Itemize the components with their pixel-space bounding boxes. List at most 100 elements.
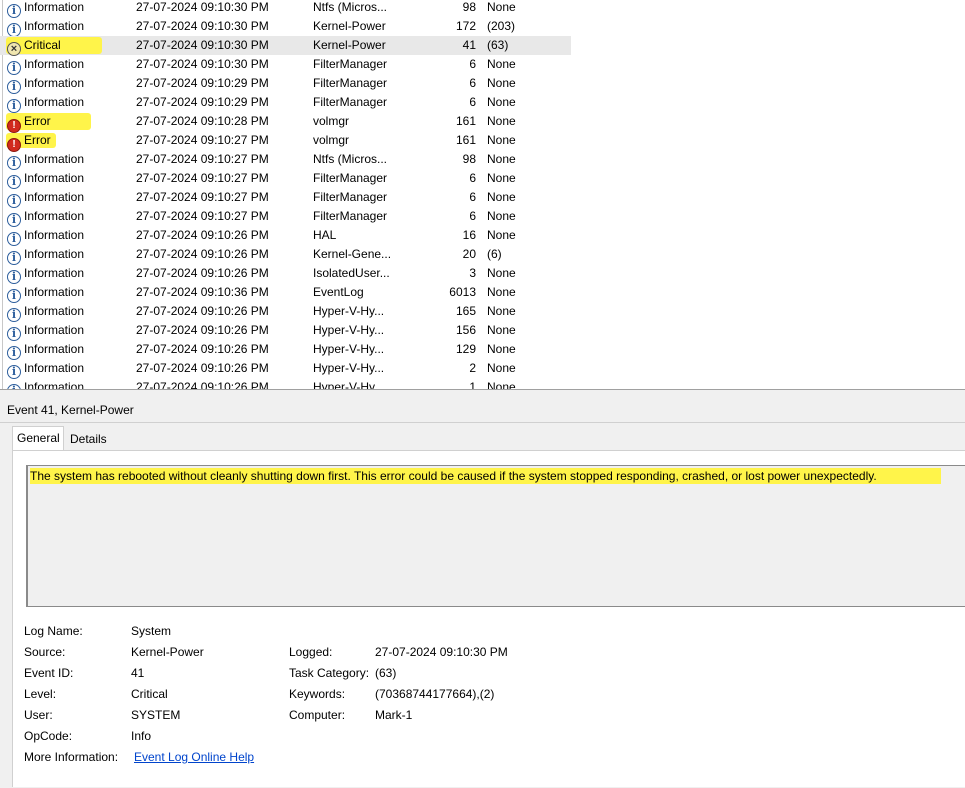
event-message-box[interactable]: The system has rebooted without cleanly … <box>26 465 965 607</box>
event-date: 27-07-2024 09:10:26 PM <box>136 304 269 318</box>
table-row[interactable]: i Information 27-07-2024 09:10:29 PM Filter… <box>0 74 965 94</box>
event-level-text: Information <box>24 76 85 90</box>
event-date: 27-07-2024 09:10:29 PM <box>136 95 269 109</box>
table-row[interactable]: i Information 27-07-2024 09:10:26 PM HAL 16 N… <box>0 226 965 246</box>
logged-value: 27-07-2024 09:10:30 PM <box>375 645 508 659</box>
table-row[interactable]: i Information 27-07-2024 09:10:27 PM Ntfs (… <box>0 150 965 170</box>
event-task-category: (6) <box>487 247 502 261</box>
event-source: Ntfs (Micros... <box>313 152 387 166</box>
event-level-text: Error <box>24 133 51 147</box>
computer-label: Computer: <box>289 708 346 722</box>
event-source: volmgr <box>313 133 350 147</box>
event-source: FilterManager <box>313 171 388 185</box>
event-id: 16 <box>462 228 476 242</box>
event-date: 27-07-2024 09:10:29 PM <box>136 76 269 90</box>
event-task-category: None <box>487 209 516 223</box>
table-row[interactable]: i Information 27-07-2024 09:10:27 PM Filter… <box>0 188 965 208</box>
event-level-text: Information <box>24 342 85 356</box>
event-level: iInformation <box>7 207 127 227</box>
table-row[interactable]: i Information 27-07-2024 09:10:27 PM Filter… <box>0 169 965 189</box>
event-source: HAL <box>313 228 337 242</box>
table-row[interactable]: i Information 27-07-2024 09:10:36 PM EventL… <box>0 283 965 303</box>
info-icon: i <box>7 251 21 265</box>
detail-title-divider <box>0 422 965 423</box>
event-log-online-help-link[interactable]: Event Log Online Help <box>134 750 254 764</box>
pane-splitter[interactable] <box>0 389 965 398</box>
event-date: 27-07-2024 09:10:27 PM <box>136 209 269 223</box>
info-icon: i <box>7 232 21 246</box>
event-source: FilterManager <box>313 95 388 109</box>
table-row[interactable]: iInformation 27-07-2024 09:10:26 PM Hyper-… <box>0 340 965 360</box>
event-level: iInformation <box>7 188 127 208</box>
event-id: 172 <box>455 19 476 33</box>
table-row[interactable]: i Information 27-07-2024 09:10:26 PM Kernel… <box>0 245 965 265</box>
log-name-value: System <box>131 624 172 638</box>
event-level-text: Information <box>24 171 85 185</box>
event-task-category: None <box>487 228 516 242</box>
event-list: i Information 27-07-2024 09:10:30 PM Ntfs (… <box>0 0 965 390</box>
event-level-text: Information <box>24 190 85 204</box>
event-task-category: None <box>487 152 516 166</box>
event-task-category: None <box>487 266 516 280</box>
event-level: iInformation <box>7 17 127 37</box>
table-row[interactable]: i Information 27-07-2024 09:10:30 PM Kernel… <box>0 17 965 37</box>
task-category-label: Task Category: <box>289 666 370 680</box>
event-task-category: None <box>487 361 516 375</box>
event-level-text: Critical <box>24 38 61 52</box>
event-id: 156 <box>455 323 476 337</box>
source-value: Kernel-Power <box>131 645 204 659</box>
source-label: Source: <box>24 645 66 659</box>
event-source: Hyper-V-Hy... <box>313 304 385 318</box>
table-row[interactable]: i Information 27-07-2024 09:10:26 PM Isolat… <box>0 264 965 284</box>
event-level-text: Information <box>24 19 85 33</box>
event-id: 6 <box>469 190 476 204</box>
table-row[interactable]: × Critical 27-07-2024 09:10:30 PM Kernel-Po… <box>0 36 571 56</box>
tab-general[interactable]: General <box>12 426 64 450</box>
event-level-text: Information <box>24 0 85 14</box>
event-source: FilterManager <box>313 76 388 90</box>
table-row[interactable]: ! Error 27-07-2024 09:10:27 PM volmgr 161 Non… <box>0 131 965 152</box>
table-row[interactable]: i Information 27-07-2024 09:10:27 PM Filter… <box>0 207 965 227</box>
event-date: 27-07-2024 09:10:36 PM <box>136 285 269 299</box>
event-date: 27-07-2024 09:10:30 PM <box>136 57 269 71</box>
event-level-text: Information <box>24 57 85 71</box>
event-level: iInformation <box>7 340 127 360</box>
event-level: ! Error <box>7 131 127 152</box>
event-task-category: None <box>487 285 516 299</box>
info-icon: i <box>7 175 21 189</box>
event-date: 27-07-2024 09:10:27 PM <box>136 152 269 166</box>
event-id: 6013 <box>449 285 476 299</box>
info-icon: i <box>7 213 21 227</box>
event-date: 27-07-2024 09:10:26 PM <box>136 228 269 242</box>
info-icon: i <box>7 99 21 113</box>
event-id: 41 <box>462 38 476 52</box>
event-source: FilterManager <box>313 190 388 204</box>
event-id: 98 <box>462 0 476 14</box>
table-row[interactable]: iInformation 27-07-2024 09:10:26 PM Hyper-… <box>0 302 965 322</box>
event-task-category: None <box>487 342 516 356</box>
table-row[interactable]: i Information 27-07-2024 09:10:29 PM Filter… <box>0 93 965 113</box>
event-date: 27-07-2024 09:10:30 PM <box>136 19 269 33</box>
tab-details[interactable]: Details <box>66 428 108 450</box>
event-source: volmgr <box>313 114 350 128</box>
info-icon: i <box>7 61 21 75</box>
event-task-category: None <box>487 190 516 204</box>
event-level: iInformation <box>7 0 127 18</box>
event-source: FilterManager <box>313 209 388 223</box>
info-icon: i <box>7 308 21 322</box>
table-row[interactable]: iInformation 27-07-2024 09:10:26 PM Hyper-… <box>0 359 965 379</box>
event-date: 27-07-2024 09:10:27 PM <box>136 190 269 204</box>
event-level-text: Information <box>24 266 85 280</box>
event-level: iInformation <box>7 226 127 246</box>
event-date: 27-07-2024 09:10:27 PM <box>136 133 269 147</box>
event-id-value: 41 <box>131 666 145 680</box>
info-icon: i <box>7 4 21 18</box>
table-row[interactable]: i Information 27-07-2024 09:10:30 PM Filter… <box>0 55 965 75</box>
event-date: 27-07-2024 09:10:30 PM <box>136 0 269 14</box>
table-row[interactable]: i Information 27-07-2024 09:10:30 PM Ntfs (… <box>0 0 965 18</box>
table-row[interactable]: ! Error 27-07-2024 09:10:28 PM volmgr 161 Non… <box>0 112 965 133</box>
event-id: 161 <box>455 133 476 147</box>
info-icon: i <box>7 80 21 94</box>
event-level: iInformation <box>7 321 127 341</box>
table-row[interactable]: iInformation 27-07-2024 09:10:26 PM Hyper-… <box>0 321 965 341</box>
